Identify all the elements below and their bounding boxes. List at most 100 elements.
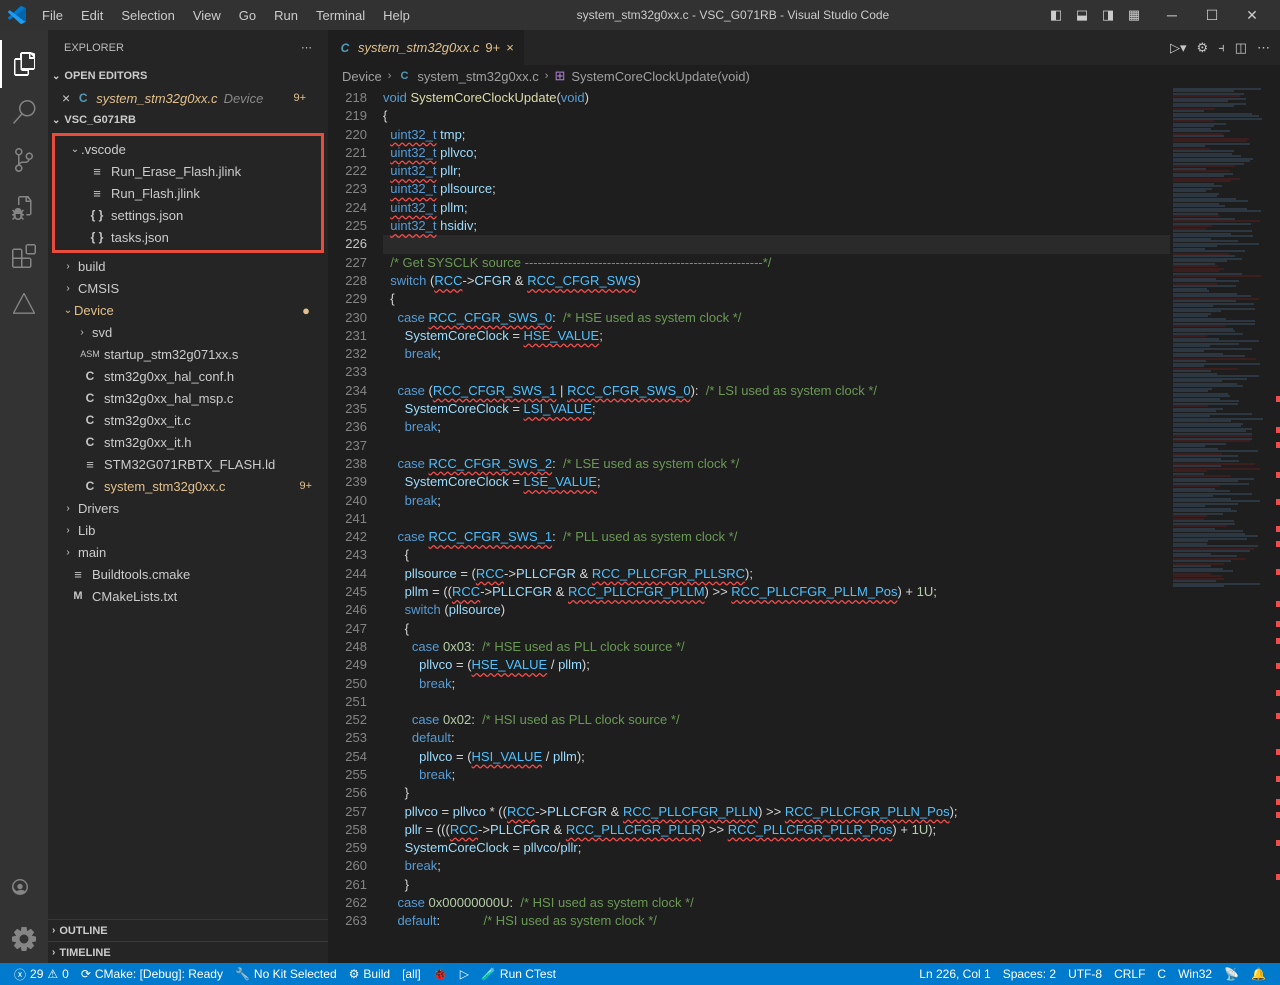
workspace-header[interactable]: ⌄VSC_G071RB xyxy=(48,109,328,131)
file-item[interactable]: Cstm32g0xx_it.c xyxy=(48,409,328,431)
menu-selection[interactable]: Selection xyxy=(113,4,182,27)
editor-body[interactable]: 2182192202212222232242252262272282292302… xyxy=(328,87,1280,963)
file-label: settings.json xyxy=(111,208,183,223)
highlight-box: ⌄.vscode ≡Run_Erase_Flash.jlink ≡Run_Fla… xyxy=(52,133,324,253)
status-encoding[interactable]: UTF-8 xyxy=(1062,967,1108,981)
status-ctest[interactable]: 🧪Run CTest xyxy=(475,967,562,981)
file-item[interactable]: MCMakeLists.txt xyxy=(48,585,328,607)
search-icon[interactable] xyxy=(0,88,48,136)
status-build[interactable]: ⚙Build xyxy=(343,967,396,981)
file-item[interactable]: ASMstartup_stm32g071xx.s xyxy=(48,343,328,365)
file-icon: ≡ xyxy=(89,186,105,201)
file-icon: ≡ xyxy=(82,457,98,472)
c-file-icon: C xyxy=(338,41,352,55)
open-editor-item[interactable]: × C system_stm32g0xx.c Device 9+ xyxy=(48,87,328,109)
folder-cmsis[interactable]: ›CMSIS xyxy=(48,277,328,299)
window-title: system_stm32g0xx.c - VSC_G071RB - Visual… xyxy=(418,8,1048,22)
maximize-button[interactable]: ☐ xyxy=(1192,7,1232,24)
breadcrumb-item[interactable]: SystemCoreClockUpdate(void) xyxy=(571,69,749,84)
menu-go[interactable]: Go xyxy=(231,4,264,27)
settings-icon[interactable]: ⚙ xyxy=(1197,40,1209,56)
minimize-button[interactable]: ─ xyxy=(1152,7,1192,24)
file-item[interactable]: { } settings.json xyxy=(55,204,321,226)
menu-run[interactable]: Run xyxy=(266,4,306,27)
method-icon: ⊞ xyxy=(554,68,565,84)
folder-vscode[interactable]: ⌄.vscode xyxy=(55,138,321,160)
breadcrumb-item[interactable]: system_stm32g0xx.c xyxy=(417,69,538,84)
split-icon[interactable]: ⫞ xyxy=(1218,40,1225,56)
bell-icon[interactable]: 🔔 xyxy=(1245,967,1272,981)
toggle-primary-sidebar-icon[interactable]: ◧ xyxy=(1048,7,1064,23)
tab-close-icon[interactable]: × xyxy=(506,40,514,55)
close-button[interactable]: ✕ xyxy=(1232,7,1272,24)
status-os[interactable]: Win32 xyxy=(1172,967,1218,981)
error-icon: ⓧ xyxy=(14,966,26,983)
close-icon[interactable]: × xyxy=(62,90,70,106)
folder-build[interactable]: ›build xyxy=(48,255,328,277)
folder-main[interactable]: ›main xyxy=(48,541,328,563)
feedback-icon[interactable]: 📡 xyxy=(1218,967,1245,981)
status-errors[interactable]: ⓧ29⚠0 xyxy=(8,966,75,983)
folder-device[interactable]: ⌄Device● xyxy=(48,299,328,321)
activity-bar xyxy=(0,30,48,963)
file-item[interactable]: ≡Buildtools.cmake xyxy=(48,563,328,585)
code-content[interactable]: void SystemCoreClockUpdate(void){ uint32… xyxy=(383,87,1170,963)
status-kit[interactable]: 🔧No Kit Selected xyxy=(229,967,343,981)
file-item[interactable]: Cstm32g0xx_it.h xyxy=(48,431,328,453)
folder-label: build xyxy=(78,259,105,274)
cmake-icon[interactable] xyxy=(0,280,48,328)
open-editors-header[interactable]: ⌄OPEN EDITORS xyxy=(48,65,328,87)
status-launch[interactable]: ▷ xyxy=(454,967,475,981)
extensions-icon[interactable] xyxy=(0,232,48,280)
customize-layout-icon[interactable]: ▦ xyxy=(1126,7,1142,23)
status-lang[interactable]: C xyxy=(1151,967,1172,981)
status-spaces[interactable]: Spaces: 2 xyxy=(997,967,1062,981)
folder-label: .vscode xyxy=(81,142,126,157)
toggle-secondary-sidebar-icon[interactable]: ◨ xyxy=(1100,7,1116,23)
file-item[interactable]: ≡STM32G071RBTX_FLASH.ld xyxy=(48,453,328,475)
menu-help[interactable]: Help xyxy=(375,4,418,27)
file-item[interactable]: ≡Run_Flash.jlink xyxy=(55,182,321,204)
file-item[interactable]: Cstm32g0xx_hal_conf.h xyxy=(48,365,328,387)
status-cmake[interactable]: ⟳CMake: [Debug]: Ready xyxy=(75,967,229,981)
status-target[interactable]: [all] xyxy=(396,967,427,981)
folder-svd[interactable]: ›svd xyxy=(48,321,328,343)
run-debug-icon[interactable] xyxy=(0,184,48,232)
toggle-panel-icon[interactable]: ⬓ xyxy=(1074,7,1090,23)
file-item-active[interactable]: Csystem_stm32g0xx.c9+ xyxy=(48,475,328,497)
source-control-icon[interactable] xyxy=(0,136,48,184)
folder-lib[interactable]: ›Lib xyxy=(48,519,328,541)
menu-edit[interactable]: Edit xyxy=(73,4,111,27)
file-item[interactable]: { }tasks.json xyxy=(55,226,321,248)
timeline-header[interactable]: ›TIMELINE xyxy=(48,941,328,963)
c-file-icon: C xyxy=(82,435,98,449)
status-position[interactable]: Ln 226, Col 1 xyxy=(913,967,996,981)
more-icon[interactable]: ⋯ xyxy=(1257,40,1270,56)
minimap[interactable] xyxy=(1170,87,1280,963)
json-icon: { } xyxy=(89,208,105,222)
ctest-label: Run CTest xyxy=(500,967,556,981)
folder-label: CMSIS xyxy=(78,281,119,296)
explorer-icon[interactable] xyxy=(0,40,48,88)
menu-terminal[interactable]: Terminal xyxy=(308,4,373,27)
breadcrumb[interactable]: Device› Csystem_stm32g0xx.c› ⊞SystemCore… xyxy=(328,65,1280,87)
breadcrumb-item[interactable]: Device xyxy=(342,69,382,84)
menu-view[interactable]: View xyxy=(185,4,229,27)
split-editor-icon[interactable]: ◫ xyxy=(1235,40,1247,56)
play-icon: ▷ xyxy=(460,967,469,981)
run-debug-dropdown-icon[interactable]: ▷▾ xyxy=(1170,40,1187,56)
accounts-icon[interactable] xyxy=(0,867,48,915)
menu-file[interactable]: File xyxy=(34,4,71,27)
file-item[interactable]: ≡Run_Erase_Flash.jlink xyxy=(55,160,321,182)
more-actions-icon[interactable]: ⋯ xyxy=(301,41,312,54)
status-eol[interactable]: CRLF xyxy=(1108,967,1151,981)
error-count: 29 xyxy=(30,967,43,981)
file-item[interactable]: Cstm32g0xx_hal_msp.c xyxy=(48,387,328,409)
folder-drivers[interactable]: ›Drivers xyxy=(48,497,328,519)
gear-icon: ⚙ xyxy=(349,967,360,981)
status-debug[interactable]: 🐞 xyxy=(427,967,454,981)
editor-tab[interactable]: C system_stm32g0xx.c 9+ × xyxy=(328,30,524,65)
tab-bar: C system_stm32g0xx.c 9+ × ▷▾ ⚙ ⫞ ◫ ⋯ xyxy=(328,30,1280,65)
settings-gear-icon[interactable] xyxy=(0,915,48,963)
outline-header[interactable]: ›OUTLINE xyxy=(48,919,328,941)
